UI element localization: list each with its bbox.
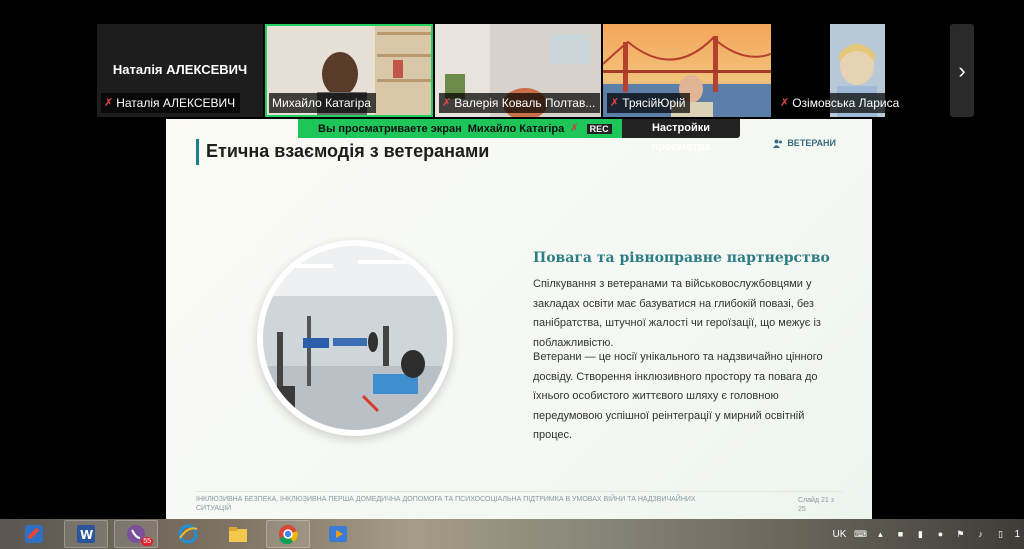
participant-tile-mykhailo[interactable]: Михайло Катагіра: [265, 24, 433, 117]
participant-name: ТрясійЮрій: [622, 96, 686, 110]
slide-tag-label: ВЕТЕРАНИ: [787, 138, 836, 148]
section-heading: Повага та рівноправне партнерство: [533, 250, 830, 266]
viewing-screen-text: Вы просматриваете экран: [318, 122, 462, 135]
participant-tile-ozimovska[interactable]: ✗ Озімовська Лариса: [773, 24, 947, 117]
slide-number: Слайд 21 з 25: [798, 497, 834, 513]
viber-icon[interactable]: 55: [114, 520, 158, 548]
file-explorer-icon[interactable]: [216, 520, 260, 548]
participant-name-tag: ✗ ТрясійЮрій: [607, 93, 691, 113]
mic-off-icon: ✗: [442, 97, 452, 109]
keyboard-icon[interactable]: ⌨: [854, 528, 867, 540]
slide-footer: ІНКЛЮЗИВНА БЕЗПЕКА, ІНКЛЮЗИВНА ПЕРША ДОМ…: [196, 496, 696, 512]
slide-title: Етична взаємодія з ветеранами: [206, 141, 490, 161]
participant-tile-valeria[interactable]: ✗ Валерія Коваль Полтав...: [435, 24, 601, 117]
magnet-app-icon[interactable]: [12, 520, 56, 548]
rehab-photo: [263, 246, 447, 430]
footer-divider: [196, 491, 842, 492]
participant-name: Валерія Коваль Полтав...: [454, 96, 596, 110]
paragraph-respect: Спілкування з ветеранами та військовослу…: [533, 278, 821, 349]
participant-tile-tryasii[interactable]: ✗ ТрясійЮрій: [603, 24, 771, 117]
chevron-up-icon[interactable]: ▴: [874, 528, 886, 540]
media-player-icon[interactable]: [316, 520, 360, 548]
flag-icon[interactable]: ⚑: [954, 528, 966, 540]
volume-icon[interactable]: ♪: [974, 528, 986, 540]
slide-tag: ВЕТЕРАНИ: [773, 138, 836, 148]
next-participants-button[interactable]: ›: [950, 24, 974, 117]
participant-name: Михайло Катагіра: [272, 96, 371, 110]
chevron-right-icon: ›: [958, 57, 966, 83]
mic-off-icon: ✗: [780, 97, 790, 109]
participant-name-tag: ✗ Наталія АЛЕКСЕВИЧ: [101, 93, 241, 113]
mic-off-icon: ✗: [610, 97, 620, 109]
presenter-name: Михайло Катагіра: [467, 122, 565, 135]
shared-screen-slide: Етична взаємодія з ветеранами ВЕТЕРАНИ П…: [166, 119, 872, 519]
participant-name-tag: ✗ Валерія Коваль Полтав...: [439, 93, 601, 113]
mic-off-icon: ✗: [104, 97, 114, 109]
app-tray-icon[interactable]: ■: [894, 528, 906, 540]
mic-off-icon: ✗: [570, 123, 579, 134]
screen-share-notice: Вы просматриваете экран Михайло Катагіра…: [298, 119, 638, 138]
participant-name-tag: Михайло Катагіра: [269, 93, 376, 113]
participant-name: Озімовська Лариса: [792, 96, 900, 110]
record-tray-icon[interactable]: ●: [934, 528, 946, 540]
chrome-icon[interactable]: [266, 520, 310, 548]
network-icon[interactable]: ▮: [914, 528, 926, 540]
participant-name: Наталія АЛЕКСЕВИЧ: [116, 96, 236, 110]
video-conference-window: Наталія АЛЕКСЕВИЧ ✗ Наталія АЛЕКСЕВИЧ Ми…: [0, 0, 1024, 549]
rec-indicator: REC: [586, 123, 612, 134]
users-icon: [773, 139, 783, 148]
system-tray: UK ⌨ ▴ ■ ▮ ● ⚑ ♪ ▯ 1: [833, 519, 1024, 549]
participant-tile-natalia[interactable]: Наталія АЛЕКСЕВИЧ ✗ Наталія АЛЕКСЕВИЧ: [97, 24, 263, 117]
paragraph-veterans: Ветерани — це носії унікального та надзв…: [533, 351, 823, 441]
viber-badge: 55: [141, 537, 153, 546]
language-indicator[interactable]: UK: [833, 529, 847, 540]
rehabilitation-room-image: [263, 246, 447, 430]
title-accent-bar: [196, 139, 199, 165]
participant-name-tag: ✗ Озімовська Лариса: [777, 93, 905, 113]
clock[interactable]: 1: [1014, 529, 1020, 540]
view-settings-button[interactable]: Настройки просмотра: [622, 119, 740, 153]
svg-text:W: W: [80, 528, 93, 542]
internet-explorer-icon[interactable]: [166, 520, 210, 548]
rehab-photo-frame: [257, 240, 453, 436]
word-icon[interactable]: W: [64, 520, 108, 548]
participant-display-name: Наталія АЛЕКСЕВИЧ: [112, 62, 248, 77]
battery-icon[interactable]: ▯: [994, 528, 1006, 540]
